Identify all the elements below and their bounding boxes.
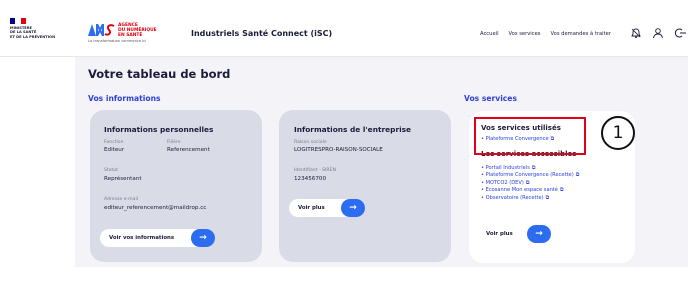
card-title: Informations de l'entreprise <box>294 125 412 134</box>
button-label: Voir vos informations <box>109 235 175 241</box>
notifications-icon[interactable] <box>630 27 642 39</box>
button-label: Voir plus <box>486 231 513 237</box>
service-label: MOTCO2 (DEV) <box>485 179 524 186</box>
field-label-raison-sociale: Raison sociale <box>294 140 327 145</box>
external-link-icon: ⧉ <box>525 180 530 186</box>
card-title: Informations personnelles <box>104 125 214 134</box>
service-link-portail-industriels[interactable]: Portail Industriels⧉ <box>481 165 579 172</box>
external-link-icon: ⧉ <box>545 195 550 201</box>
field-value-email: editeur_referencement@maildrop.cc <box>104 205 207 211</box>
field-value-fonction: Editeur <box>104 147 125 153</box>
top-nav: Accueil Vos services Vos demandes à trai… <box>480 31 611 37</box>
personal-info-card: Informations personnelles Fonction Edite… <box>90 110 262 262</box>
service-label: Plateforme Convergence (Recette) <box>485 172 574 179</box>
view-personal-info-button[interactable]: Voir vos informations → <box>100 229 215 247</box>
app-header: MINISTÈRE DE LA SANTÉ ET DE LA PRÉVENTIO… <box>0 0 688 56</box>
french-flag-icon <box>10 18 26 24</box>
nav-item-accueil[interactable]: Accueil <box>480 31 499 37</box>
nav-item-vos-services[interactable]: Vos services <box>509 31 541 37</box>
field-label-email: Adresse e-mail <box>104 197 138 202</box>
page-title: Votre tableau de bord <box>88 67 231 81</box>
service-link-observatoire[interactable]: Observatoire (Recette)⧉ <box>481 195 579 202</box>
service-link-mon-espace-sante[interactable]: Ecosanne Mon espace santé⧉ <box>481 187 579 194</box>
field-label-filiere: Filière <box>167 140 181 145</box>
field-value-raison-sociale: LOGITRESPRO-RAISON-SOCIALE <box>294 147 383 153</box>
ans-mark-icon <box>88 24 115 36</box>
nav-item-demandes[interactable]: Vos demandes à traiter <box>551 31 611 37</box>
ans-line: EN SANTÉ <box>118 33 143 38</box>
field-label-fonction: Fonction <box>104 140 124 145</box>
external-link-icon: ⧉ <box>559 188 564 194</box>
field-label-siren: Identifiant - SIREN <box>294 168 336 173</box>
service-link-convergence-recette[interactable]: Plateforme Convergence (Recette)⧉ <box>481 172 580 179</box>
button-label: Voir plus <box>298 205 325 211</box>
arrow-right-icon: → <box>191 229 215 247</box>
annotation-number-badge: 1 <box>601 116 635 150</box>
gov-logo-line: ET DE LA PRÉVENTION <box>10 34 56 39</box>
section-vos-services: Vos services <box>464 94 517 103</box>
services-view-more-button[interactable]: Voir plus → <box>477 225 551 243</box>
service-label: Portail Industriels <box>485 165 530 171</box>
government-logo: MINISTÈRE DE LA SANTÉ ET DE LA PRÉVENTIO… <box>10 18 70 39</box>
highlight-box <box>474 117 586 155</box>
user-icon[interactable] <box>652 27 664 39</box>
company-view-more-button[interactable]: Voir plus → <box>289 199 365 217</box>
field-label-statut: Statut <box>104 168 119 173</box>
ans-logo[interactable]: AGENCE DU NUMÉRIQUE EN SANTÉ La transfor… <box>88 22 168 46</box>
logout-icon[interactable] <box>674 27 686 39</box>
field-value-statut: Représentant <box>104 176 142 182</box>
external-link-icon: ⧉ <box>575 173 580 179</box>
service-label: Observatoire (Recette) <box>485 194 544 201</box>
field-value-siren: 123456700 <box>294 176 327 182</box>
ans-tagline: La transformation commence ici <box>88 39 147 43</box>
company-info-card: Informations de l'entreprise Raison soci… <box>279 110 451 262</box>
section-vos-informations: Vos informations <box>88 94 161 103</box>
services-accessible-list: Portail Industriels⧉ Plateforme Converge… <box>481 165 580 202</box>
field-value-filiere: Referencement <box>167 147 210 153</box>
external-link-icon: ⧉ <box>531 166 536 171</box>
app-name: Industriels Santé Connect (iSC) <box>191 29 333 38</box>
arrow-right-icon: → <box>527 225 551 243</box>
ans-logo-text: AGENCE DU NUMÉRIQUE EN SANTÉ <box>118 23 157 38</box>
arrow-right-icon: → <box>341 199 365 217</box>
service-label: Ecosanne Mon espace santé <box>485 187 558 194</box>
